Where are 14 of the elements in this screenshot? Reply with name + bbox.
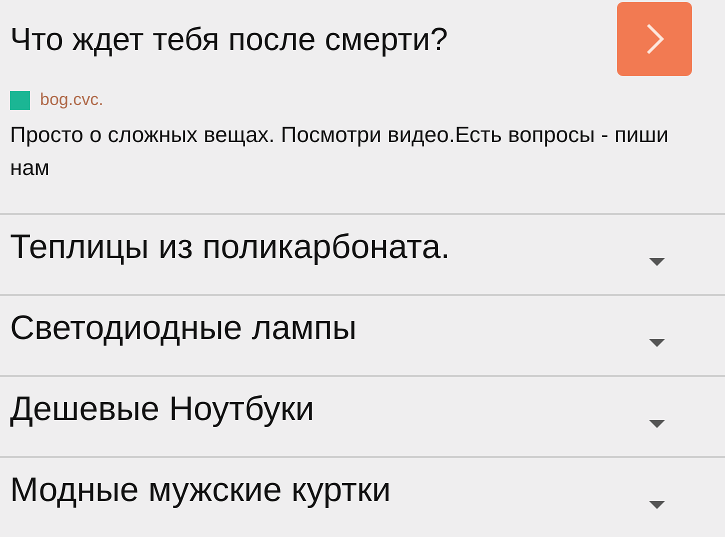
caret-icon	[649, 338, 665, 346]
chevron-right-icon	[644, 22, 664, 56]
next-button[interactable]	[617, 2, 692, 76]
ad-domain[interactable]: bog.cvc.	[40, 90, 104, 110]
ad-title: Что ждет тебя после смерти?	[10, 20, 448, 58]
link-row[interactable]: Модные мужские куртки	[0, 458, 725, 537]
link-row[interactable]: Теплицы из поликарбоната.	[0, 215, 725, 296]
caret-icon	[649, 420, 665, 428]
caret-icon	[649, 258, 665, 266]
link-row[interactable]: Дешевые Ноутбуки	[0, 377, 725, 458]
link-row[interactable]: Светодиодные лампы	[0, 296, 725, 377]
square-icon	[10, 90, 30, 110]
ad-description: Просто о сложных вещах. Посмотри видео.Есть вопросы - пиши нам	[10, 121, 670, 182]
caret-icon	[649, 500, 665, 508]
